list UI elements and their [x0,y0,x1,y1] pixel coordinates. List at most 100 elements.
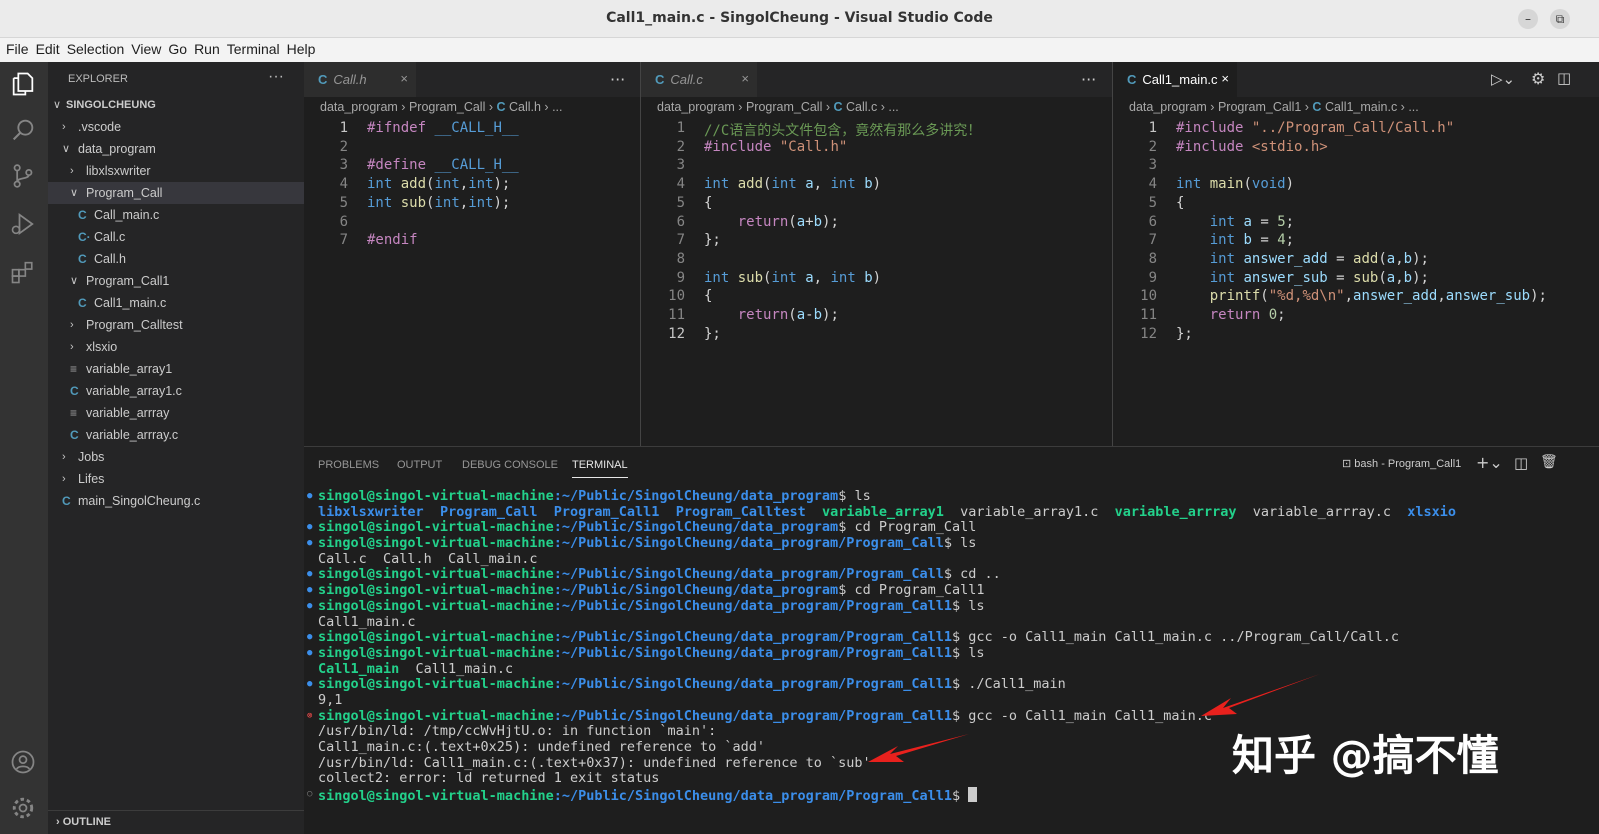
tab-call-h[interactable]: C Call.h × [304,62,416,97]
menu-edit[interactable]: Edit [30,38,60,57]
explorer-more-icon[interactable]: ··· [268,68,284,86]
minimize-button[interactable]: – [1518,9,1538,29]
workspace-root[interactable]: ∨ SINGOLCHEUNG [48,94,304,116]
tree-item-label: Call_main.c [94,208,160,222]
explorer-icon[interactable] [9,70,39,100]
terminal-line: ● singol@singol-virtual-machine:~/Public/… [307,582,985,599]
menu-selection[interactable]: Selection [61,38,125,57]
breadcrumb-item[interactable]: ... [552,100,562,114]
tree-item[interactable]: Cvariable_array1.c [48,380,304,402]
tab-call-c[interactable]: C Call.c × [641,62,757,97]
outline-section[interactable]: › OUTLINE [48,810,304,834]
tree-item[interactable]: › .vscode [48,116,304,138]
gear-icon[interactable]: ⚙ [1531,69,1545,88]
terminal-selector[interactable]: ⊡ bash - Program_Call1 [1342,457,1461,470]
c-file-icon: C [78,252,87,266]
breadcrumb-item[interactable]: Call1_main.c [1325,100,1397,114]
c-file-icon: C [1127,72,1137,87]
tab-terminal[interactable]: TERMINAL [572,459,628,478]
menu-go[interactable]: Go [162,38,187,57]
split-editor-icon[interactable]: ◫ [1557,69,1571,87]
close-icon[interactable]: × [741,71,749,86]
chevron-right-icon: › [62,451,66,463]
menu-run[interactable]: Run [188,38,220,57]
settings-gear-icon[interactable] [9,794,39,824]
editor-group-1: C Call.h × ··· data_program › Program_Call… [304,62,640,446]
menu-view[interactable]: View [125,38,161,57]
line-number: 5 [1148,194,1157,211]
search-icon[interactable] [9,116,39,146]
tree-item[interactable]: ∨ Program_Call1 [48,270,304,292]
tab-call1-main-c[interactable]: C Call1_main.c × [1113,62,1237,97]
breadcrumb-item[interactable]: ... [1408,100,1418,114]
run-file-icon[interactable]: ▷⌄ [1491,70,1515,88]
tree-item[interactable]: ∨ data_program [48,138,304,160]
terminal-line: libxlsxwriter Program_Call Program_Call1… [318,503,1456,520]
breadcrumb-item[interactable]: Program_Call [409,100,485,114]
close-icon[interactable]: × [1221,71,1229,86]
extensions-icon[interactable] [9,258,39,288]
new-terminal-icon[interactable]: +⌄ [1476,453,1503,472]
line-number: 6 [676,213,685,230]
tab-problems[interactable]: PROBLEMS [318,459,379,471]
tree-item[interactable]: C Call1_main.c [48,292,304,314]
line-number: 4 [676,176,685,193]
trash-icon[interactable]: 🗑 [1540,454,1558,470]
tree-item[interactable]: ≡ variable_array1 [48,358,304,380]
tab-debug-console[interactable]: DEBUG CONSOLE [462,459,558,471]
source-control-icon[interactable] [9,162,39,192]
editor-more-icon[interactable]: ··· [610,70,625,89]
breadcrumb-item[interactable]: data_program [657,100,735,114]
breadcrumb-item[interactable]: Call.h [509,100,541,114]
activity-bar [0,62,48,834]
code-line: #define __CALL_H__ [367,157,519,174]
c-file-icon: C [78,296,87,310]
tree-item[interactable]: C Call_main.c [48,204,304,226]
breadcrumb-item[interactable]: Program_Call1 [1218,100,1301,114]
tree-item-label: Program_Calltest [86,318,183,332]
maximize-button[interactable]: ⧉ [1550,9,1570,29]
breadcrumb-item[interactable]: Call.c [846,100,877,114]
tree-item[interactable]: › xlsxio [48,336,304,358]
tree-item[interactable]: C Call.h [48,248,304,270]
line-number: 11 [668,307,685,323]
tree-item[interactable]: › libxlsxwriter [48,160,304,182]
command-status-icon: ● [307,647,313,658]
tree-item[interactable]: › Program_Calltest [48,314,304,336]
split-terminal-icon[interactable]: ◫ [1514,454,1528,472]
line-number: 12 [1140,325,1157,342]
code-line: #ifndef __CALL_H__ [367,120,519,136]
tree-item[interactable]: ∨ Program_Call [48,182,304,204]
tree-item[interactable]: Cmain_SingolCheung.c [48,490,304,512]
breadcrumb-item[interactable]: Program_Call [746,100,822,114]
terminal-line: Call.c Call.h Call_main.c [318,550,538,567]
run-debug-icon[interactable] [9,210,39,240]
tree-item-label: .vscode [78,120,122,134]
tree-item-label: Program_Call1 [86,274,170,288]
code-line: return 0; [1209,307,1286,323]
line-number: 2 [339,138,348,155]
chevron-right-icon: › [70,165,74,177]
tree-item[interactable]: › Lifes [48,468,304,490]
breadcrumb-item[interactable]: data_program [320,100,398,114]
line-number: 10 [668,288,685,305]
tree-item[interactable]: C· Call.c [48,226,304,248]
chevron-right-icon: › [70,341,74,353]
annotation-arrow [868,734,969,762]
editor-more-icon[interactable]: ··· [1081,70,1096,89]
tree-item[interactable]: ≡ variable_arrray [48,402,304,424]
menu-help[interactable]: Help [281,38,316,57]
command-status-icon: ○ [307,789,313,800]
close-icon[interactable]: × [400,71,408,86]
tree-item[interactable]: Cvariable_arrray.c [48,424,304,446]
account-icon[interactable] [9,748,39,778]
tree-item[interactable]: › Jobs [48,446,304,468]
line-number: 9 [676,269,685,286]
breadcrumb-item[interactable]: ... [888,100,898,114]
terminal-line: Call1_main.c [318,613,416,630]
breadcrumb-item[interactable]: data_program [1129,100,1207,114]
menu-terminal[interactable]: Terminal [221,38,280,57]
explorer-sidebar: EXPLORER ··· ∨ SINGOLCHEUNG › .vscode ∨ dat… [48,62,304,834]
menu-file[interactable]: File [0,38,29,57]
tab-output[interactable]: OUTPUT [397,459,442,471]
